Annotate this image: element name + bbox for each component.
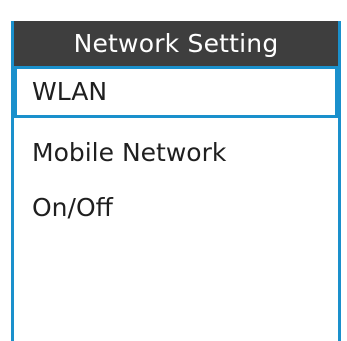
network-setting-panel: Network Setting WLAN Mobile Network On/O… xyxy=(11,21,341,341)
menu-item-wlan[interactable]: WLAN xyxy=(14,66,338,118)
menu-item-on-off[interactable]: On/Off xyxy=(14,186,338,230)
menu-item-mobile-network[interactable]: Mobile Network xyxy=(14,131,338,175)
page-title: Network Setting xyxy=(14,21,338,66)
